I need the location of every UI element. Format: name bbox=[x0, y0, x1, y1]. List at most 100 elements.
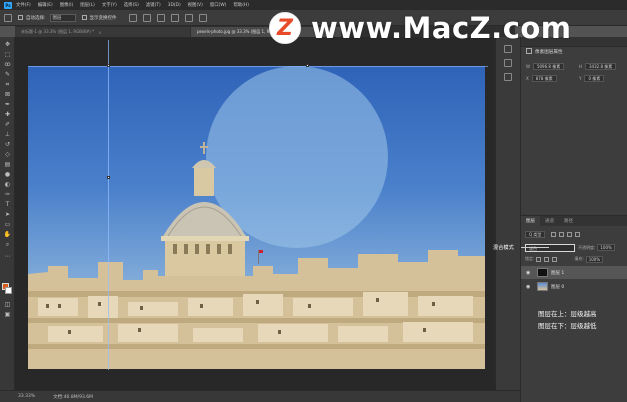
fill-label: 填充: bbox=[574, 256, 584, 261]
align-left-icon[interactable] bbox=[128, 13, 137, 22]
marquee-icon[interactable]: ⬚ bbox=[3, 51, 12, 58]
layer-kind-dropdown[interactable]: Q 类型 bbox=[525, 230, 546, 238]
transform-handle[interactable] bbox=[107, 64, 110, 67]
width-field[interactable]: W 5096.8 像素 bbox=[526, 63, 565, 70]
transform-handle[interactable] bbox=[107, 176, 110, 179]
eye-icon[interactable]: ◉ bbox=[526, 284, 533, 290]
filter-type-icon[interactable] bbox=[567, 231, 573, 237]
screen-mode-icon[interactable]: ▣ bbox=[3, 311, 12, 318]
macz-logo-icon: Z bbox=[269, 12, 301, 44]
properties-layers-dock: 像素图层属性 W 5096.8 像素 H 3432.8 像素 X 878 像素 … bbox=[520, 37, 627, 402]
zoom-icon[interactable]: ⌕ bbox=[3, 241, 12, 248]
move-tool-icon[interactable] bbox=[4, 13, 12, 22]
x-field[interactable]: X 878 像素 bbox=[526, 75, 557, 82]
brush-settings-icon[interactable] bbox=[504, 59, 512, 67]
opacity-input[interactable]: 100% bbox=[597, 244, 615, 251]
menu-filter[interactable]: 滤镜(T) bbox=[146, 2, 161, 8]
adjustments-icon[interactable] bbox=[504, 73, 512, 81]
menu-3d[interactable]: 3D(D) bbox=[168, 3, 181, 8]
pen-icon[interactable]: ✑ bbox=[3, 191, 12, 198]
menu-select[interactable]: 选择(S) bbox=[124, 2, 139, 8]
menu-type[interactable]: 文字(Y) bbox=[102, 2, 117, 8]
filter-pixel-icon[interactable] bbox=[551, 231, 557, 237]
layer-item[interactable]: ◉ 图层 1 bbox=[521, 266, 627, 279]
tab-channels[interactable]: 通道 bbox=[540, 216, 559, 226]
close-icon[interactable]: × bbox=[98, 30, 101, 35]
layer-filter-row: Q 类型 bbox=[525, 230, 625, 238]
quick-select-icon[interactable]: ✎ bbox=[3, 71, 12, 78]
lock-all-icon[interactable] bbox=[552, 256, 558, 262]
healing-icon[interactable]: ✚ bbox=[3, 111, 12, 118]
tab-layers[interactable]: 图层 bbox=[521, 216, 540, 226]
menu-view[interactable]: 视图(V) bbox=[188, 2, 203, 8]
align-top-icon[interactable] bbox=[170, 13, 179, 22]
gradient-icon[interactable]: ▤ bbox=[3, 161, 12, 168]
quick-mask-icon[interactable]: ◫ bbox=[3, 301, 12, 308]
transform-handle[interactable] bbox=[306, 64, 309, 67]
zoom-level[interactable]: 33.33% bbox=[18, 394, 35, 399]
photo-scene bbox=[28, 66, 485, 369]
height-field[interactable]: H 3432.8 像素 bbox=[579, 63, 617, 70]
document-canvas[interactable] bbox=[28, 66, 485, 369]
history-panel-icon[interactable] bbox=[504, 45, 512, 53]
eye-icon[interactable]: ◉ bbox=[526, 270, 533, 276]
watermark-text: www.MacZ.com bbox=[311, 11, 572, 45]
filter-shape-icon[interactable] bbox=[575, 231, 581, 237]
show-transform-checkbox[interactable] bbox=[81, 15, 87, 20]
layer-thumbnail bbox=[537, 268, 548, 277]
menu-edit[interactable]: 编辑(E) bbox=[38, 2, 53, 8]
layer-item[interactable]: ◉ 图层 0 bbox=[521, 280, 627, 293]
blur-icon[interactable]: ● bbox=[3, 171, 12, 178]
hand-icon[interactable]: ✋ bbox=[3, 231, 12, 238]
tab-paths[interactable]: 路径 bbox=[559, 216, 578, 226]
menu-help[interactable]: 帮助(H) bbox=[233, 2, 249, 8]
transform-guide-vertical bbox=[108, 40, 109, 370]
auto-select-checkbox[interactable] bbox=[18, 15, 23, 20]
menu-window[interactable]: 窗口(W) bbox=[210, 2, 227, 8]
lock-position-icon[interactable] bbox=[544, 256, 550, 262]
layer-name: 图层 0 bbox=[551, 284, 565, 290]
status-bar: 33.33% 文档:46.8M/93.6M bbox=[0, 390, 520, 402]
brush-icon[interactable]: ✐ bbox=[3, 121, 12, 128]
upper-layer-note: 图层在上：层级越高 bbox=[538, 310, 597, 318]
crop-icon[interactable]: ⌗ bbox=[3, 81, 12, 88]
photoshop-logo: Ps bbox=[4, 1, 12, 9]
fill-input[interactable]: 100% bbox=[585, 255, 604, 263]
transform-guide-horizontal bbox=[28, 66, 488, 67]
stamp-icon[interactable]: ⊥ bbox=[3, 131, 12, 138]
tab-label: 未标题-1 @ 33.3% (图层 1, RGB/8#) * bbox=[21, 29, 95, 34]
show-transform-label: 显示变换控件 bbox=[89, 15, 117, 21]
align-center-icon[interactable] bbox=[142, 13, 151, 22]
lower-layer-note: 图层在下：层级越低 bbox=[538, 322, 597, 330]
eraser-icon[interactable]: ◇ bbox=[3, 151, 12, 158]
type-icon[interactable]: T bbox=[3, 201, 12, 208]
align-bottom-icon[interactable] bbox=[198, 13, 207, 22]
properties-title: 像素图层属性 bbox=[535, 50, 563, 55]
layer-name: 图层 1 bbox=[551, 270, 565, 276]
rectangle-icon[interactable]: ▭ bbox=[3, 221, 12, 228]
blend-mode-callout: 混合模式 bbox=[493, 245, 514, 251]
history-brush-icon[interactable]: ↺ bbox=[3, 141, 12, 148]
eyedropper-icon[interactable]: ✒ bbox=[3, 101, 12, 108]
tools-panel: ✥ ⬚ ꝏ ✎ ⌗ ⊠ ✒ ✚ ✐ ⊥ ↺ ◇ ▤ ● ◐ ✑ T ➤ ▭ ✋ … bbox=[0, 37, 15, 390]
lock-pixels-icon[interactable] bbox=[536, 256, 542, 262]
lock-fill-row: 锁定: 填充: 100% bbox=[525, 255, 625, 263]
callout-line bbox=[521, 247, 549, 248]
y-field[interactable]: Y 0 像素 bbox=[579, 75, 605, 82]
align-middle-icon[interactable] bbox=[184, 13, 193, 22]
auto-select-dropdown[interactable]: 图层 bbox=[49, 13, 76, 22]
tab-untitled[interactable]: 未标题-1 @ 33.3% (图层 1, RGB/8#) * × bbox=[15, 27, 190, 37]
more-tools-icon[interactable]: ⋯ bbox=[3, 253, 12, 260]
lasso-icon[interactable]: ꝏ bbox=[3, 61, 12, 68]
frame-icon[interactable]: ⊠ bbox=[3, 91, 12, 98]
lock-label: 锁定: bbox=[525, 256, 535, 261]
menu-file[interactable]: 文件(F) bbox=[16, 2, 31, 8]
align-right-icon[interactable] bbox=[156, 13, 165, 22]
background-color-swatch[interactable] bbox=[5, 287, 12, 294]
menu-image[interactable]: 图像(I) bbox=[60, 2, 74, 8]
path-select-icon[interactable]: ➤ bbox=[3, 211, 12, 218]
filter-adjustment-icon[interactable] bbox=[559, 231, 565, 237]
menu-layer[interactable]: 图层(L) bbox=[80, 2, 95, 8]
move-icon[interactable]: ✥ bbox=[3, 41, 12, 48]
dodge-icon[interactable]: ◐ bbox=[3, 181, 12, 188]
